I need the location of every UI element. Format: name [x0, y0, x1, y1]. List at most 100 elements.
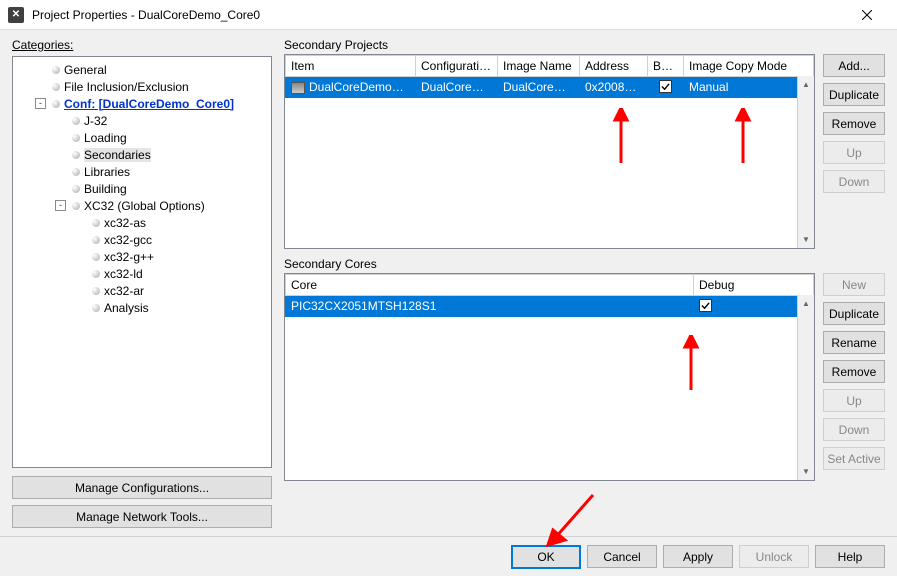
tree-label: xc32-ld — [104, 267, 143, 281]
col-image-name[interactable]: Image Name — [498, 56, 580, 77]
tree-node[interactable]: General — [15, 61, 269, 78]
tree-node[interactable]: xc32-g++ — [15, 248, 269, 265]
tree-bullet-icon — [92, 270, 100, 278]
title-bar: ✕ Project Properties - DualCoreDemo_Core… — [0, 0, 897, 30]
col-item[interactable]: Item — [286, 56, 416, 77]
tree-bullet-icon — [92, 287, 100, 295]
cell-debug[interactable] — [694, 296, 814, 317]
col-address[interactable]: Address — [580, 56, 648, 77]
scroll-up-icon: ▲ — [798, 295, 814, 312]
dialog-footer: OK Cancel Apply Unlock Help — [0, 536, 897, 576]
cell-item: DualCoreDemo_Cor... — [286, 77, 416, 98]
help-button[interactable]: Help — [815, 545, 885, 568]
down-button[interactable]: Down — [823, 170, 885, 193]
secondary-projects-table[interactable]: Item Configuration Image Name Address Bu… — [284, 54, 815, 249]
cell-core: PIC32CX2051MTSH128S1 — [286, 296, 694, 317]
tree-label: Libraries — [84, 165, 130, 179]
up-button[interactable]: Up — [823, 141, 885, 164]
tree-bullet-icon — [52, 66, 60, 74]
window-title: Project Properties - DualCoreDemo_Core0 — [32, 8, 844, 22]
scrollbar[interactable]: ▲ ▼ — [797, 295, 814, 480]
tree-label: xc32-as — [104, 216, 146, 230]
tree-node[interactable]: Analysis — [15, 299, 269, 316]
tree-bullet-icon — [72, 202, 80, 210]
cell-image-copy-mode: Manual — [684, 77, 814, 98]
add-button[interactable]: Add... — [823, 54, 885, 77]
duplicate-button[interactable]: Duplicate — [823, 83, 885, 106]
categories-tree[interactable]: GeneralFile Inclusion/Exclusion - Conf: [D… — [12, 56, 272, 468]
secondary-projects-label: Secondary Projects — [284, 38, 885, 52]
tree-label: J-32 — [84, 114, 107, 128]
tree-label: Analysis — [104, 301, 149, 315]
tree-label: XC32 (Global Options) — [84, 199, 205, 213]
tree-bullet-icon — [92, 219, 100, 227]
cancel-button[interactable]: Cancel — [587, 545, 657, 568]
project-icon — [291, 82, 305, 94]
up-button[interactable]: Up — [823, 389, 885, 412]
tree-label: Building — [84, 182, 127, 196]
cell-configuration: DualCoreDem... — [416, 77, 498, 98]
close-icon — [862, 10, 872, 20]
tree-node[interactable]: J-32 — [15, 112, 269, 129]
tree-bullet-icon — [72, 151, 80, 159]
tree-node[interactable]: File Inclusion/Exclusion — [15, 78, 269, 95]
tree-node[interactable]: Loading — [15, 129, 269, 146]
tree-node[interactable]: xc32-as — [15, 214, 269, 231]
unlock-button[interactable]: Unlock — [739, 545, 809, 568]
col-core[interactable]: Core — [286, 275, 694, 296]
duplicate-button[interactable]: Duplicate — [823, 302, 885, 325]
ok-button[interactable]: OK — [511, 545, 581, 569]
tree-bullet-icon — [92, 236, 100, 244]
secondary-cores-table[interactable]: Core Debug PIC32CX2051MTSH128S1 ▲ ▼ — [284, 273, 815, 481]
tree-node[interactable]: - Conf: [DualCoreDemo_Core0] — [15, 95, 269, 112]
tree-label: General — [64, 63, 107, 77]
tree-node[interactable]: xc32-gcc — [15, 231, 269, 248]
col-configuration[interactable]: Configuration — [416, 56, 498, 77]
col-image-copy-mode[interactable]: Image Copy Mode — [684, 56, 814, 77]
col-build[interactable]: Build — [648, 56, 684, 77]
checkbox-icon — [699, 299, 712, 312]
close-button[interactable] — [844, 0, 889, 30]
tree-label: Loading — [84, 131, 127, 145]
remove-button[interactable]: Remove — [823, 360, 885, 383]
scroll-up-icon: ▲ — [798, 76, 814, 93]
tree-node[interactable]: xc32-ar — [15, 282, 269, 299]
manage-configurations-button[interactable]: Manage Configurations... — [12, 476, 272, 499]
tree-toggle-icon[interactable]: - — [35, 98, 46, 109]
tree-bullet-icon — [72, 168, 80, 176]
rename-button[interactable]: Rename — [823, 331, 885, 354]
tree-node[interactable]: Building — [15, 180, 269, 197]
set-active-button[interactable]: Set Active — [823, 447, 885, 470]
tree-node[interactable]: Libraries — [15, 163, 269, 180]
secondary-cores-label: Secondary Cores — [284, 257, 885, 271]
tree-label: xc32-gcc — [104, 233, 152, 247]
remove-button[interactable]: Remove — [823, 112, 885, 135]
app-icon: ✕ — [8, 7, 24, 23]
table-row[interactable]: PIC32CX2051MTSH128S1 — [286, 296, 814, 317]
scroll-down-icon: ▼ — [798, 463, 814, 480]
tree-toggle-icon[interactable]: - — [55, 200, 66, 211]
tree-bullet-icon — [92, 253, 100, 261]
tree-bullet-icon — [72, 185, 80, 193]
scrollbar[interactable]: ▲ ▼ — [797, 76, 814, 248]
manage-network-tools-button[interactable]: Manage Network Tools... — [12, 505, 272, 528]
tree-label: xc32-g++ — [104, 250, 154, 264]
tree-label: Conf: [DualCoreDemo_Core0] — [64, 97, 234, 111]
cell-image-name: DualCoreDem... — [498, 77, 580, 98]
tree-node[interactable]: Secondaries — [15, 146, 269, 163]
cell-build[interactable] — [648, 77, 684, 98]
down-button[interactable]: Down — [823, 418, 885, 441]
tree-bullet-icon — [92, 304, 100, 312]
categories-label: Categories: — [12, 38, 272, 52]
cell-address: 0x2008000 — [580, 77, 648, 98]
tree-node[interactable]: xc32-ld — [15, 265, 269, 282]
col-debug[interactable]: Debug — [694, 275, 814, 296]
tree-label: xc32-ar — [104, 284, 144, 298]
table-row[interactable]: DualCoreDemo_Cor... DualCoreDem... DualC… — [286, 77, 814, 98]
tree-bullet-icon — [72, 134, 80, 142]
new-button[interactable]: New — [823, 273, 885, 296]
checkbox-icon — [659, 80, 672, 93]
tree-bullet-icon — [72, 117, 80, 125]
apply-button[interactable]: Apply — [663, 545, 733, 568]
tree-node[interactable]: - XC32 (Global Options) — [15, 197, 269, 214]
